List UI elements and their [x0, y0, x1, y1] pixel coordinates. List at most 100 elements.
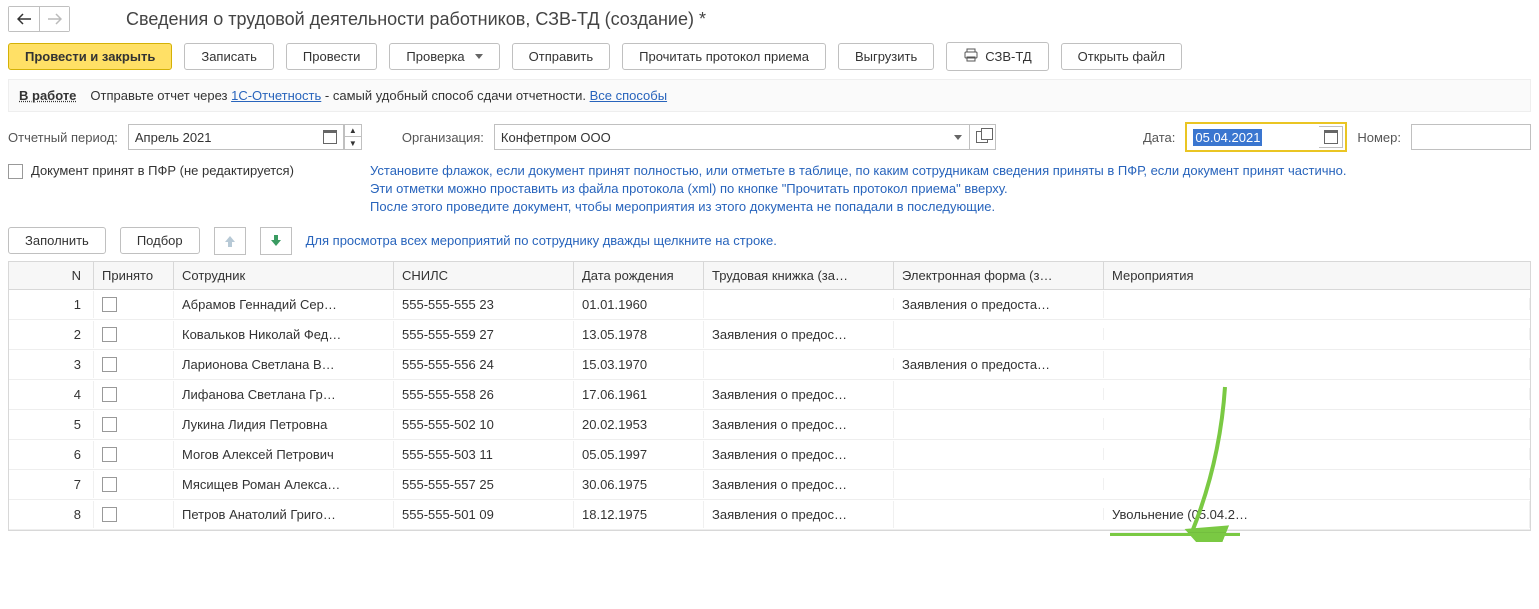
period-label: Отчетный период: [8, 130, 118, 145]
org-dropdown-button[interactable] [944, 124, 970, 150]
cell-eform [894, 328, 1104, 340]
table-row[interactable]: 2 Ковальков Николай Фед… 555-555-559 27 … [9, 320, 1530, 350]
cell-eform [894, 448, 1104, 460]
row-checkbox[interactable] [102, 417, 117, 432]
nav-back-button[interactable] [9, 7, 39, 31]
number-input[interactable] [1411, 124, 1531, 150]
cell-activity: Увольнение (05.04.2… [1104, 501, 1530, 528]
link-1c-report[interactable]: 1С-Отчетность [231, 88, 321, 103]
row-checkbox[interactable] [102, 387, 117, 402]
org-value[interactable]: Конфетпром ООО [494, 124, 944, 150]
cell-activity [1104, 358, 1530, 370]
post-button[interactable]: Провести [286, 43, 378, 70]
cell-accepted[interactable] [94, 471, 174, 498]
period-calendar-button[interactable] [318, 124, 344, 150]
cell-employee: Петров Анатолий Григо… [174, 501, 394, 528]
cell-activity [1104, 328, 1530, 340]
col-activity[interactable]: Мероприятия [1104, 262, 1530, 289]
move-up-button[interactable] [214, 227, 246, 255]
cell-accepted[interactable] [94, 321, 174, 348]
period-step-up[interactable]: ▲ [344, 124, 362, 137]
cell-paper: Заявления о предос… [704, 501, 894, 528]
cell-activity [1104, 388, 1530, 400]
nav-forward-button[interactable] [39, 7, 69, 31]
table-row[interactable]: 1 Абрамов Геннадий Сер… 555-555-555 23 0… [9, 290, 1530, 320]
cell-eform [894, 478, 1104, 490]
table-row[interactable]: 5 Лукина Лидия Петровна 555-555-502 10 2… [9, 410, 1530, 440]
org-selector[interactable]: Конфетпром ООО [494, 124, 996, 150]
cell-snils: 555-555-559 27 [394, 321, 574, 348]
col-employee[interactable]: Сотрудник [174, 262, 394, 289]
cell-accepted[interactable] [94, 501, 174, 528]
export-button[interactable]: Выгрузить [838, 43, 934, 70]
accepted-pfr-checkbox[interactable] [8, 164, 23, 179]
save-button[interactable]: Записать [184, 43, 274, 70]
date-calendar-button[interactable] [1319, 126, 1343, 148]
cell-n: 2 [9, 321, 94, 348]
table-row[interactable]: 4 Лифанова Светлана Гр… 555-555-558 26 1… [9, 380, 1530, 410]
calendar-icon [323, 130, 337, 144]
open-file-button[interactable]: Открыть файл [1061, 43, 1182, 70]
cell-employee: Лукина Лидия Петровна [174, 411, 394, 438]
cell-n: 1 [9, 291, 94, 318]
print-button[interactable]: СЗВ-ТД [946, 42, 1048, 71]
row-checkbox[interactable] [102, 507, 117, 522]
check-dropdown-button[interactable]: Проверка [389, 43, 499, 70]
cell-paper: Заявления о предос… [704, 411, 894, 438]
row-checkbox[interactable] [102, 447, 117, 462]
cell-n: 3 [9, 351, 94, 378]
cell-dob: 20.02.1953 [574, 411, 704, 438]
date-input[interactable]: 05.04.2021 [1189, 126, 1319, 148]
date-label: Дата: [1143, 130, 1175, 145]
status-state[interactable]: В работе [19, 88, 76, 103]
col-snils[interactable]: СНИЛС [394, 262, 574, 289]
period-selector[interactable]: Апрель 2021 ▲ ▼ [128, 124, 362, 150]
col-n[interactable]: N [9, 262, 94, 289]
cell-employee: Ковальков Николай Фед… [174, 321, 394, 348]
cell-accepted[interactable] [94, 441, 174, 468]
cell-eform [894, 388, 1104, 400]
row-checkbox[interactable] [102, 327, 117, 342]
col-dob[interactable]: Дата рождения [574, 262, 704, 289]
row-checkbox[interactable] [102, 297, 117, 312]
table-row[interactable]: 6 Могов Алексей Петрович 555-555-503 11 … [9, 440, 1530, 470]
cell-dob: 13.05.1978 [574, 321, 704, 348]
cell-dob: 18.12.1975 [574, 501, 704, 528]
cell-dob: 15.03.1970 [574, 351, 704, 378]
cell-activity [1104, 298, 1530, 310]
move-down-button[interactable] [260, 227, 292, 255]
cell-accepted[interactable] [94, 411, 174, 438]
cell-accepted[interactable] [94, 381, 174, 408]
period-step-down[interactable]: ▼ [344, 137, 362, 150]
cell-employee: Лифанова Светлана Гр… [174, 381, 394, 408]
cell-activity [1104, 418, 1530, 430]
org-label: Организация: [402, 130, 484, 145]
link-all-methods[interactable]: Все способы [590, 88, 667, 103]
table-row[interactable]: 7 Мясищев Роман Алекса… 555-555-557 25 3… [9, 470, 1530, 500]
send-button[interactable]: Отправить [512, 43, 610, 70]
cell-employee: Могов Алексей Петрович [174, 441, 394, 468]
cell-snils: 555-555-555 23 [394, 291, 574, 318]
cell-n: 7 [9, 471, 94, 498]
cell-accepted[interactable] [94, 351, 174, 378]
post-and-close-button[interactable]: Провести и закрыть [8, 43, 172, 70]
read-protocol-button[interactable]: Прочитать протокол приема [622, 43, 826, 70]
cell-snils: 555-555-557 25 [394, 471, 574, 498]
cell-accepted[interactable] [94, 291, 174, 318]
table-row[interactable]: 8 Петров Анатолий Григо… 555-555-501 09 … [9, 500, 1530, 530]
table-row[interactable]: 3 Ларионова Светлана В… 555-555-556 24 1… [9, 350, 1530, 380]
accepted-hint: Установите флажок, если документ принят … [370, 162, 1347, 217]
printer-icon [963, 48, 979, 65]
org-open-button[interactable] [970, 124, 996, 150]
row-checkbox[interactable] [102, 357, 117, 372]
period-value[interactable]: Апрель 2021 [128, 124, 318, 150]
cell-paper: Заявления о предос… [704, 471, 894, 498]
fill-button[interactable]: Заполнить [8, 227, 106, 254]
pick-button[interactable]: Подбор [120, 227, 200, 254]
col-paper[interactable]: Трудовая книжка (за… [704, 262, 894, 289]
col-accepted[interactable]: Принято [94, 262, 174, 289]
row-checkbox[interactable] [102, 477, 117, 492]
chevron-down-icon [475, 54, 483, 59]
col-eform[interactable]: Электронная форма (з… [894, 262, 1104, 289]
date-field-highlighted[interactable]: 05.04.2021 [1185, 122, 1347, 152]
